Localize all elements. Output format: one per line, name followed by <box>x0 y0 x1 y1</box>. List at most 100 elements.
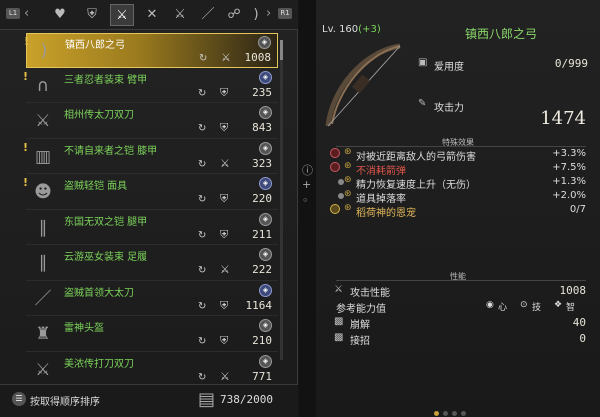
prev-tab-arrow-icon[interactable]: ‹ <box>24 6 29 21</box>
swap-icon: ↻ <box>198 336 207 347</box>
item-thumbnail-icon: ／ <box>34 288 52 309</box>
item-name: 盗贼首领大太刀 <box>64 287 134 299</box>
stat-type-icon: ⚔ <box>220 263 230 276</box>
page-dot[interactable] <box>443 411 448 416</box>
item-name: 盗贼轻铠 面具 <box>64 181 128 192</box>
swap-icon: ↻ <box>198 371 207 383</box>
attack-label: 攻击力 <box>434 103 464 114</box>
l1-button-badge[interactable]: L1 <box>6 8 20 19</box>
effect-type-icon: ⊛ <box>344 175 352 185</box>
inventory-item-row[interactable]: ∥ 东国无双之铠 腿甲 ◈ ↻ ⛨ 211 <box>26 211 278 245</box>
sort-order-label[interactable]: 按取得顺序排序 <box>30 393 100 408</box>
item-thumbnail-icon: ∥ <box>38 217 48 238</box>
item-thumbnail-icon: ∥ <box>38 253 48 273</box>
swap-icon: ↻ <box>198 123 207 134</box>
heart-attr-label: 心 <box>498 303 508 313</box>
effect-value: +7.5% <box>552 162 586 173</box>
effect-bonus-icon <box>330 162 340 172</box>
crossed-swords-icon[interactable]: ⚔ <box>110 4 134 26</box>
item-thumbnail-icon: ⚔ <box>35 111 51 131</box>
category-tab-bar: L1 ‹ ♥ ⛨ ⚔ ✕ ⚔ ／ ☍ ) › R1 <box>0 0 298 30</box>
item-level-value: Lv. 160 <box>322 24 359 35</box>
bow-icon[interactable]: ) <box>244 4 268 26</box>
item-type-icon: ◈ <box>258 36 271 49</box>
inventory-item-row[interactable]: ⚔ 美浓传打刀双刀 ◈ ↻ ⚔ 771 <box>26 353 278 387</box>
inventory-footer: ☰ 按取得顺序排序 ▤ 738/2000 <box>0 384 298 417</box>
wisdom-attr-icon: ❖ <box>554 300 563 310</box>
inventory-scroll-thumb[interactable] <box>280 40 283 60</box>
special-effect-row: ⊛ 精力恢复速度上升（无伤） +1.3% <box>330 175 592 191</box>
inventory-item-row[interactable]: ／ 盗贼首领大太刀 ◈ ↻ ⛨ 1164 <box>26 282 278 316</box>
inventory-scrollbar[interactable] <box>280 40 283 360</box>
inventory-item-row[interactable]: ! ∩ 三者忍者装束 臂甲 ◈ ↻ ⛨ 235 <box>23 69 278 103</box>
center-divider: ⓘ + ◦ <box>299 0 316 417</box>
swap-icon: ↻ <box>198 229 207 241</box>
parry-label: 接招 <box>350 336 370 347</box>
armor-icon[interactable]: ⛨ <box>80 4 104 26</box>
item-stat-value: 843 <box>252 121 272 134</box>
item-type-icon: ◈ <box>259 141 272 155</box>
stat-type-icon: ⛨ <box>220 227 229 241</box>
break-value: 40 <box>572 316 586 329</box>
wisdom-attr-label: 智 <box>566 303 576 313</box>
inventory-item-row[interactable]: ♜ 雷神头盔 ◈ ↻ ⛨ 210 <box>26 317 278 352</box>
effect-value: +1.3% <box>552 176 586 187</box>
inventory-item-row[interactable]: ! ▥ 不请自来者之铠 膝甲 ◈ ↻ ⚔ 323 <box>23 140 278 174</box>
item-type-icon: ◈ <box>259 354 272 368</box>
scythe-icon[interactable]: ☍ <box>222 4 246 26</box>
page-dot[interactable] <box>434 411 439 416</box>
new-item-marker: ! <box>23 140 29 154</box>
item-name: 镇西八郎之弓 <box>65 40 125 51</box>
inventory-item-row[interactable]: ∥ 云游巫女装束 足履 ◈ ↻ ⚔ 222 <box>26 246 278 281</box>
effect-label: 对被近距离敌人的弓箭伤害 <box>356 152 476 163</box>
stat-type-icon: ⚔ <box>220 369 230 383</box>
info-icon[interactable]: ⓘ <box>302 162 313 178</box>
heart-icon[interactable]: ♥ <box>48 4 72 26</box>
parry-value: 0 <box>579 332 586 345</box>
item-type-icon: ◈ <box>259 319 272 332</box>
attack-performance-icon: ⚔ <box>334 284 343 295</box>
familiarity-value: 0/999 <box>554 57 588 70</box>
inventory-item-row[interactable]: ⚔ 相州传太刀双刀 ◈ ↻ ⛨ 843 <box>26 104 278 139</box>
item-stat-value: 211 <box>252 227 272 241</box>
crossed-blades-icon[interactable]: ✕ <box>140 4 164 26</box>
next-tab-arrow-icon[interactable]: › <box>266 6 271 21</box>
page-indicator <box>434 406 470 417</box>
r1-button-badge[interactable]: R1 <box>278 8 292 19</box>
stat-type-icon: ⛨ <box>220 298 229 312</box>
swap-icon: ↻ <box>199 53 208 64</box>
special-effect-row: ⊛ 稻荷神的恩宠 0/7 <box>330 203 592 219</box>
item-name: 不请自来者之铠 膝甲 <box>64 145 158 157</box>
special-effect-row: ⊛ 不消耗箭弹 +7.5% <box>330 161 592 177</box>
break-row: ▩ 崩解 40 <box>332 315 592 331</box>
dual-swords-icon[interactable]: ⚔ <box>168 4 192 26</box>
stat-type-icon: ⚔ <box>220 156 230 170</box>
plus-icon[interactable]: + <box>302 178 311 191</box>
item-name: 相州传太刀双刀 <box>64 110 134 121</box>
page-dot[interactable] <box>461 411 466 416</box>
break-icon: ▩ <box>334 316 344 327</box>
item-stat-value: 210 <box>252 334 272 347</box>
circle-icon[interactable]: ◦ <box>302 194 309 207</box>
bow-weapon-icon <box>325 43 401 127</box>
item-stat-value: 235 <box>252 85 272 99</box>
item-thumbnail-icon: ) <box>40 41 48 61</box>
spear-icon[interactable]: ／ <box>196 4 220 26</box>
attack-performance-label: 攻击性能 <box>350 288 390 299</box>
break-label: 崩解 <box>350 320 370 331</box>
inventory-item-row[interactable]: ! ☻ 盗贼轻铠 面具 ◈ ↻ ⛨ 220 <box>23 175 278 210</box>
page-dot[interactable] <box>452 411 457 416</box>
reference-attributes-label: 参考能力值 <box>336 304 386 315</box>
sort-button-icon[interactable]: ☰ <box>12 392 26 406</box>
item-thumbnail-icon: ∩ <box>36 75 50 96</box>
new-item-marker: ! <box>23 69 29 83</box>
item-detail-panel: Lv. 160(+3) 镇西八郎之弓 ▣ 爱用度 0/999 ✎ 攻击力 147… <box>316 0 600 417</box>
item-type-icon: ◈ <box>259 177 272 190</box>
inventory-item-row[interactable]: !) 镇西八郎之弓 ◈ ↻ ⚔ 1008 <box>24 33 278 68</box>
item-title: 镇西八郎之弓 <box>464 27 537 41</box>
item-name: 美浓传打刀双刀 <box>64 358 134 370</box>
inventory-capacity: 738/2000 <box>220 393 273 406</box>
special-effect-row: ⊛ 道具掉落率 +2.0% <box>330 189 592 205</box>
effect-label: 精力恢复速度上升（无伤） <box>356 180 476 191</box>
attack-icon: ✎ <box>418 98 427 109</box>
